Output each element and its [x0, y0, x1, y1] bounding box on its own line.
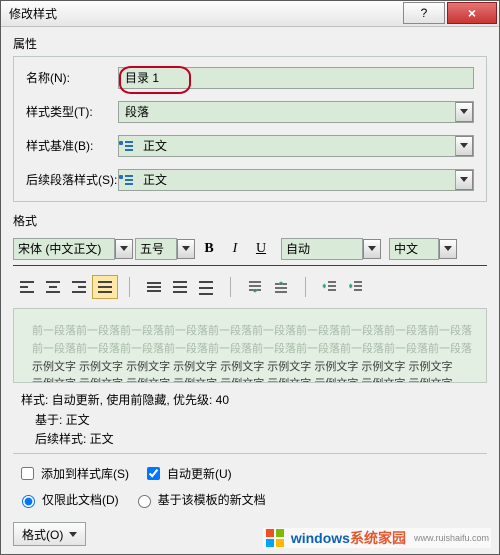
dialog-body: 属性 名称(N): 样式类型(T): 段落 — [1, 27, 499, 522]
chevron-down-icon — [455, 102, 473, 122]
preview-sample-line: 示例文字 示例文字 示例文字 示例文字 示例文字 示例文字 示例文字 示例文字 … — [32, 359, 468, 377]
preview-sample-line: 示例文字 示例文字 示例文字 示例文字 示例文字 示例文字 示例文字 示例文字 … — [32, 376, 468, 383]
format-toolbar-row1: 宋体 (中文正文) 五号 B I U 自动 中文 — [13, 237, 487, 261]
indent-group — [316, 274, 370, 300]
radio-label: 基于该模板的新文档 — [158, 491, 266, 508]
spacing-normal-button[interactable] — [167, 275, 193, 299]
help-button[interactable]: ? — [403, 2, 445, 24]
font-color-value: 自动 — [281, 238, 363, 260]
checkbox-input[interactable] — [147, 467, 160, 480]
close-button[interactable]: × — [447, 2, 497, 24]
chevron-down-icon — [439, 239, 457, 259]
checkbox-label: 添加到样式库(S) — [41, 465, 129, 482]
checkbox-label: 自动更新(U) — [167, 465, 232, 482]
chevron-down-icon — [363, 239, 381, 259]
next-style-combo[interactable]: 正文 — [118, 169, 474, 191]
separator — [305, 277, 306, 297]
summary-line: 基于: 正文 — [21, 411, 487, 430]
chevron-down-icon — [69, 532, 77, 537]
checkbox-input[interactable] — [21, 467, 34, 480]
based-on-combo[interactable]: 正文 — [118, 135, 474, 157]
name-label: 名称(N): — [26, 69, 118, 86]
format-menu-button[interactable]: 格式(O) — [13, 522, 86, 546]
alignment-group — [13, 274, 119, 300]
format-menu-label: 格式(O) — [22, 526, 63, 543]
font-combo[interactable]: 宋体 (中文正文) — [13, 238, 133, 260]
style-type-value: 段落 — [119, 103, 455, 120]
chevron-down-icon — [177, 239, 195, 259]
font-value: 宋体 (中文正文) — [13, 238, 115, 260]
only-this-document-radio[interactable]: 仅限此文档(D) — [17, 491, 119, 508]
properties-fieldset: 名称(N): 样式类型(T): 段落 样式基准 — [13, 56, 487, 202]
underline-button[interactable]: U — [249, 237, 273, 261]
align-left-button[interactable] — [14, 275, 40, 299]
modify-style-dialog: 修改样式 ? × 属性 名称(N): 样式类型(T): 段落 — [0, 0, 500, 555]
preview-prev-paragraph: 前一段落前一段落前一段落前一段落前一段落前一段落前一段落前一段落前一段落前一段落 — [32, 341, 468, 359]
annotation-underline — [13, 265, 487, 267]
align-right-button[interactable] — [66, 275, 92, 299]
help-icon: ? — [421, 6, 428, 20]
italic-button[interactable]: I — [223, 237, 247, 261]
preview-prev-paragraph: 前一段落前一段落前一段落前一段落前一段落前一段落前一段落前一段落前一段落前一段落 — [32, 323, 468, 341]
close-icon: × — [468, 5, 476, 21]
name-input[interactable] — [119, 69, 473, 87]
next-style-value: 正文 — [137, 171, 455, 188]
align-justify-button[interactable] — [92, 275, 118, 299]
style-summary: 样式: 自动更新, 使用前隐藏, 优先级: 40 基于: 正文 后续样式: 正文 — [21, 391, 487, 449]
space-before-increase-button[interactable] — [242, 275, 268, 299]
summary-line: 样式: 自动更新, 使用前隐藏, 优先级: 40 — [21, 391, 487, 410]
indent-increase-button[interactable] — [343, 275, 369, 299]
properties-section-label: 属性 — [13, 35, 487, 52]
bottom-options: 添加到样式库(S) 自动更新(U) 仅限此文档(D) 基于该模板的新文档 — [13, 453, 487, 516]
window-title: 修改样式 — [9, 5, 401, 22]
format-toolbar-row2 — [13, 274, 487, 300]
new-docs-from-template-radio[interactable]: 基于该模板的新文档 — [133, 491, 266, 508]
radio-input[interactable] — [138, 495, 151, 508]
watermark-text: windows系统家园 — [291, 528, 406, 548]
watermark-url: www.ruishaifu.com — [414, 533, 489, 543]
size-combo[interactable]: 五号 — [135, 238, 195, 260]
space-before-decrease-button[interactable] — [268, 275, 294, 299]
based-on-label: 样式基准(B): — [26, 137, 118, 154]
line-spacing-group — [140, 274, 220, 300]
radio-input[interactable] — [22, 495, 35, 508]
align-center-button[interactable] — [40, 275, 66, 299]
language-combo[interactable]: 中文 — [389, 238, 457, 260]
indent-decrease-button[interactable] — [317, 275, 343, 299]
spacing-loose-button[interactable] — [193, 275, 219, 299]
radio-label: 仅限此文档(D) — [42, 491, 119, 508]
add-to-style-library-checkbox[interactable]: 添加到样式库(S) — [17, 464, 129, 483]
size-value: 五号 — [135, 238, 177, 260]
row-name: 名称(N): — [26, 67, 474, 89]
chevron-down-icon — [115, 239, 133, 259]
next-style-label: 后续段落样式(S): — [26, 171, 118, 188]
auto-update-checkbox[interactable]: 自动更新(U) — [143, 464, 232, 483]
windows-logo-icon — [265, 528, 285, 548]
paragraph-icon — [119, 173, 133, 187]
separator — [129, 277, 130, 297]
name-input-wrapper — [118, 67, 474, 89]
watermark: windows系统家园 www.ruishaifu.com — [263, 528, 491, 548]
chevron-down-icon — [455, 170, 473, 190]
style-preview: 前一段落前一段落前一段落前一段落前一段落前一段落前一段落前一段落前一段落前一段落… — [13, 308, 487, 383]
style-type-combo[interactable]: 段落 — [118, 101, 474, 123]
paragraph-icon — [119, 139, 133, 153]
language-value: 中文 — [389, 238, 439, 260]
row-next-style: 后续段落样式(S): 正文 — [26, 169, 474, 191]
titlebar: 修改样式 ? × — [1, 1, 499, 27]
format-section-label: 格式 — [13, 212, 487, 229]
separator — [230, 277, 231, 297]
row-based-on: 样式基准(B): 正文 — [26, 135, 474, 157]
font-color-combo[interactable]: 自动 — [281, 238, 381, 260]
style-type-label: 样式类型(T): — [26, 103, 118, 120]
based-on-value: 正文 — [137, 137, 455, 154]
para-spacing-group — [241, 274, 295, 300]
spacing-tight-button[interactable] — [141, 275, 167, 299]
summary-line: 后续样式: 正文 — [21, 430, 487, 449]
chevron-down-icon — [455, 136, 473, 156]
row-style-type: 样式类型(T): 段落 — [26, 101, 474, 123]
bold-button[interactable]: B — [197, 237, 221, 261]
